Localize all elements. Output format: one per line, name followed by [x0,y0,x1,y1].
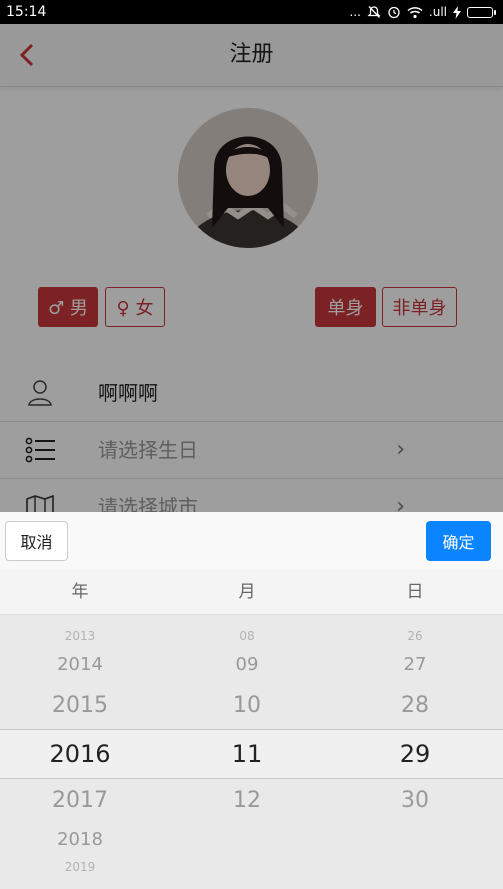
cancel-button[interactable]: 取消 [5,521,68,561]
wheel-option[interactable]: 26 [335,629,495,643]
wheel-option[interactable]: 27 [335,654,495,675]
year-wheel[interactable]: 2013 2014 2015 2016 2017 2018 2019 [0,615,160,889]
wheel-option[interactable]: 08 [167,629,327,643]
status-icons: ... .ull [349,0,496,24]
wheel-option[interactable]: 2017 [0,788,160,813]
charging-icon [453,5,461,19]
more-dots-icon: ... [349,5,361,19]
signal-icon: .ull [428,5,447,19]
wheel-option[interactable]: 2019 [0,860,160,874]
wheel-option[interactable]: 30 [335,788,495,813]
wheel-option[interactable]: 2015 [0,693,160,718]
status-bar: 15:14 ... .ull [0,0,503,24]
wheel-option-selected[interactable]: 11 [167,740,327,768]
wheel-option[interactable]: 2014 [0,654,160,675]
day-wheel[interactable]: 26 27 28 29 30 [335,615,495,889]
picker-column-headers: 年 月 日 [0,570,503,615]
year-column-header: 年 [71,582,89,602]
wheel-option[interactable]: 09 [167,654,327,675]
wheel-option[interactable]: 2018 [0,829,160,850]
date-picker: 取消 确定 年 月 日 2013 2014 2015 2016 2017 201… [0,512,503,889]
month-wheel[interactable]: 08 09 10 11 12 [167,615,327,889]
wifi-icon [407,6,423,18]
wheel-option[interactable]: 2013 [0,629,160,643]
alarm-icon [388,6,400,19]
wheel-option-selected[interactable]: 29 [335,740,495,768]
picker-toolbar: 取消 确定 [0,512,503,571]
wheel-option[interactable]: 28 [335,693,495,718]
month-column-header: 月 [238,582,256,602]
picker-wheels: 2013 2014 2015 2016 2017 2018 2019 08 09… [0,615,503,889]
confirm-button[interactable]: 确定 [426,521,491,561]
wheel-option[interactable]: 12 [167,788,327,813]
battery-icon [467,6,496,18]
status-time: 15:14 [6,4,47,20]
day-column-header: 日 [406,582,424,602]
mute-icon [367,6,381,18]
wheel-option-selected[interactable]: 2016 [0,740,160,768]
wheel-option[interactable]: 10 [167,693,327,718]
